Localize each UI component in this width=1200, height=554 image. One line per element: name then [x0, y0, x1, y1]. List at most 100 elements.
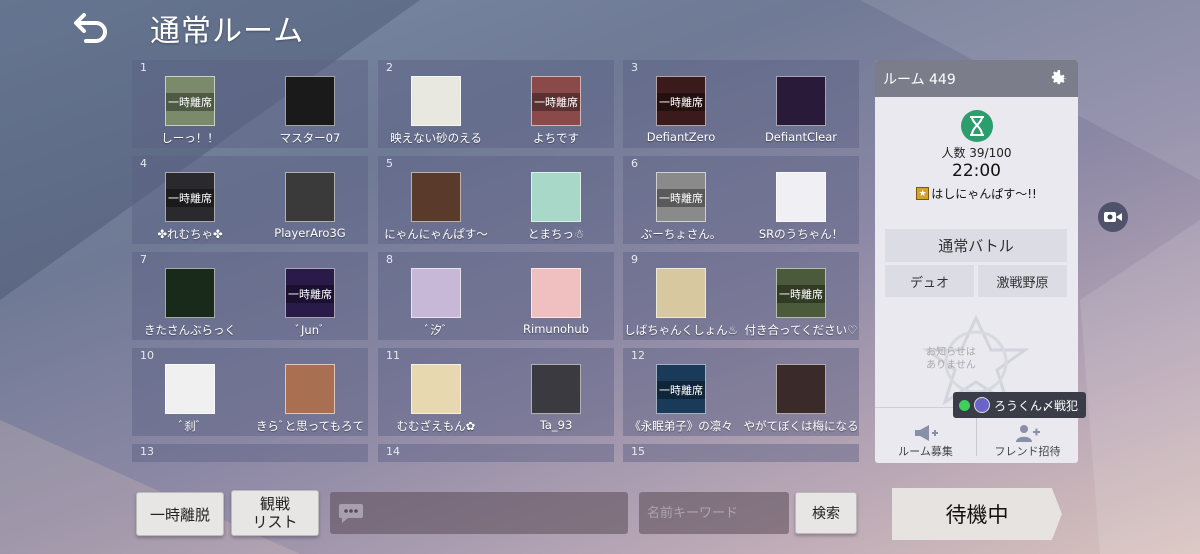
member-name: DefiantZero	[646, 130, 716, 144]
avatar	[411, 76, 461, 126]
away-badge: 一時離席	[657, 189, 705, 207]
video-camera-icon	[1104, 212, 1122, 222]
avatar: 一時離席	[165, 76, 215, 126]
away-badge: 一時離席	[532, 93, 580, 111]
member-name: しばちゃんくしょん♨	[624, 323, 738, 337]
member[interactable]: きらﾞと思ってもろて	[252, 364, 368, 434]
avatar	[411, 364, 461, 414]
room-slot[interactable]: 3 一時離席 DefiantZero DefiantClear	[623, 60, 859, 148]
back-button[interactable]	[72, 10, 112, 46]
mode-duo-button[interactable]: デュオ	[885, 265, 974, 297]
member[interactable]: DefiantClear	[743, 76, 859, 144]
member[interactable]: PlayerAro3G	[252, 172, 368, 240]
member[interactable]: やがてぼくは梅になる	[743, 364, 859, 434]
avatar	[411, 172, 461, 222]
avatar	[974, 397, 990, 413]
member-name: Ta_93	[539, 418, 573, 432]
member-name: 《永眠弟子》の凛々	[629, 419, 733, 433]
room-slot[interactable]: 12 一時離席 《永眠弟子》の凛々 やがてぼくは梅になる	[623, 348, 859, 436]
online-friend-tag[interactable]: ろうくん〆戦犯	[953, 392, 1087, 418]
panel-header: ルーム 449	[875, 60, 1078, 97]
room-slot[interactable]: 5 にゃんにゃんぱす〜 とまちっ☃	[378, 156, 614, 244]
member-name: よちです	[533, 131, 579, 145]
room-slot-number: 7	[140, 253, 147, 266]
avatar: 一時離席	[656, 364, 706, 414]
member[interactable]: 一時離席しーっ！！	[132, 76, 248, 146]
avatar	[285, 76, 335, 126]
member[interactable]: きたさんぶらっく	[132, 268, 248, 338]
member[interactable]: Ta_93	[498, 364, 614, 432]
page-title: 通常ルーム	[150, 14, 305, 49]
member[interactable]: 一時離席 ✤れむちゃ✤	[132, 172, 248, 242]
room-slot-number: 15	[631, 445, 645, 458]
room-recruit-label: ルーム募集	[898, 445, 953, 458]
room-recruit-button[interactable]: ルーム募集	[875, 411, 976, 459]
room-slot[interactable]: 10 ﾞ刹ﾞ きらﾞと思ってもろて	[132, 348, 368, 436]
standby-button[interactable]: 待機中	[892, 488, 1062, 540]
member[interactable]: ﾞ刹ﾞ	[132, 364, 248, 434]
member[interactable]: Rimunohub	[498, 268, 614, 336]
room-grid: 1 一時離席 しーっ！！ マスター07 2 映えない砂のえる 一時離席 よちです 3 一時離席 De…	[132, 60, 862, 462]
member[interactable]: 一時離席 付き合ってください♡	[743, 268, 859, 338]
member-name: DefiantClear	[764, 130, 838, 144]
member[interactable]: とまちっ☃	[498, 172, 614, 242]
avatar: 一時離席	[165, 172, 215, 222]
member[interactable]: 映えない砂のえる	[378, 76, 494, 146]
member[interactable]: むむざえもん✿	[378, 364, 494, 434]
member[interactable]: 一時離席 ﾞJunﾞ	[252, 268, 368, 338]
start-time: 22:00	[952, 161, 1001, 181]
room-slot-number: 8	[386, 253, 393, 266]
room-slot[interactable]: 1 一時離席 しーっ！！ マスター07	[132, 60, 368, 148]
member-name: ﾞJunﾞ	[295, 323, 325, 337]
host-star-icon: ★	[916, 187, 930, 200]
room-slot[interactable]: 2 映えない砂のえる 一時離席 よちです	[378, 60, 614, 148]
avatar	[776, 76, 826, 126]
avatar: 一時離席	[285, 268, 335, 318]
room-slot[interactable]: 8 ﾞ汐ﾞ Rimunohub	[378, 252, 614, 340]
room-label: ルーム 449	[883, 71, 956, 88]
member-name: とまちっ☃	[527, 227, 585, 241]
avatar	[165, 364, 215, 414]
member[interactable]: 一時離席 よちです	[498, 76, 614, 146]
room-slot[interactable]: 4 一時離席 ✤れむちゃ✤ PlayerAro3G	[132, 156, 368, 244]
member[interactable]: しばちゃんくしょん♨	[623, 268, 739, 338]
room-slot-number: 2	[386, 61, 393, 74]
room-slot[interactable]: 15	[623, 444, 859, 462]
member[interactable]: にゃんにゃんぱす〜	[378, 172, 494, 242]
avatar	[776, 172, 826, 222]
friend-invite-button[interactable]: フレンド招待	[977, 411, 1078, 459]
room-slot[interactable]: 9 しばちゃんくしょん♨ 一時離席 付き合ってください♡	[623, 252, 859, 340]
room-slot[interactable]: 14	[378, 444, 614, 462]
member[interactable]: 一時離席《永眠弟子》の凛々	[623, 364, 739, 434]
video-camera-button[interactable]	[1098, 202, 1128, 232]
watch-list-button[interactable]: 観戦 リスト	[231, 490, 319, 536]
leave-button[interactable]: 一時離脱	[136, 492, 224, 536]
member-name: やがてぼくは梅になる	[743, 419, 859, 433]
member-name: しーっ！！	[161, 131, 219, 145]
room-slot-number: 13	[140, 445, 154, 458]
header: 通常ルーム	[0, 0, 860, 56]
member[interactable]: 一時離席ぶーちょさん。	[623, 172, 739, 242]
member-name: ぶーちょさん。	[640, 227, 722, 241]
member[interactable]: SRのうちゃん！	[743, 172, 859, 242]
watch-list-line-1: 観戦	[259, 495, 290, 513]
room-slot[interactable]: 11 むむざえもん✿ Ta_93	[378, 348, 614, 436]
search-input[interactable]	[639, 492, 789, 534]
member[interactable]: マスター07	[252, 76, 368, 146]
member[interactable]: ﾞ汐ﾞ	[378, 268, 494, 338]
mode-main-button[interactable]: 通常バトル	[885, 229, 1067, 262]
mode-map-button[interactable]: 激戦野原	[978, 265, 1067, 297]
room-slot[interactable]: 6 一時離席 ぶーちょさん。 SRのうちゃん！	[623, 156, 859, 244]
gear-icon[interactable]	[1048, 68, 1068, 88]
member[interactable]: 一時離席 DefiantZero	[623, 76, 739, 144]
chat-input[interactable]	[330, 492, 628, 534]
room-slot[interactable]: 13	[132, 444, 368, 462]
avatar: 一時離席	[776, 268, 826, 318]
room-slot[interactable]: 7 きたさんぶらっく 一時離席 ﾞJunﾞ	[132, 252, 368, 340]
online-friend-name: ろうくん〆戦犯	[994, 398, 1079, 413]
search-button[interactable]: 検索	[795, 492, 857, 534]
member-name: ﾞ刹ﾞ	[178, 419, 202, 433]
room-host: ★ はしにゃんぱす〜!!	[875, 185, 1078, 202]
room-slot-number: 4	[140, 157, 147, 170]
online-status-dot	[959, 399, 970, 411]
